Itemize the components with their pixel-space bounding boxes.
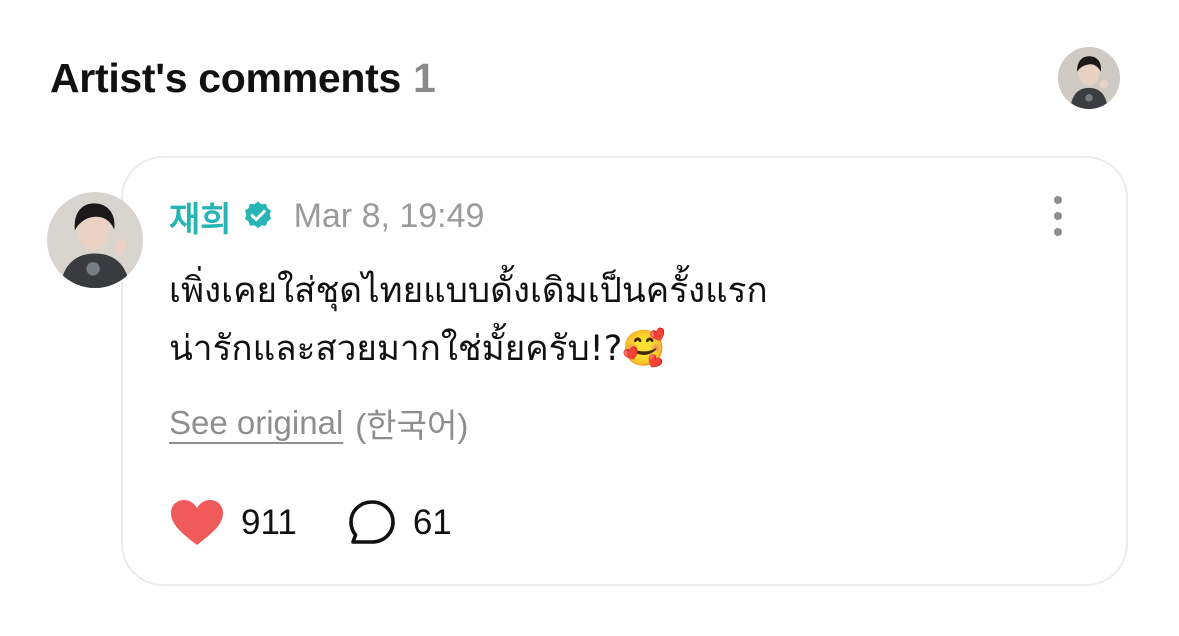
like-button[interactable]: 911 (169, 498, 297, 548)
comment-text-line: น่ารักและสวยมากใช่มั้ยครับ!?🥰 (169, 329, 666, 369)
comment-bubble-icon (349, 500, 395, 544)
reply-button[interactable]: 61 (347, 498, 452, 548)
section-title: Artist's comments (50, 54, 401, 101)
artist-avatar[interactable] (1058, 47, 1120, 109)
see-original-link[interactable]: See original (169, 404, 343, 442)
comment-count: 1 (412, 54, 436, 101)
comment-body: เพิ่งเคยใส่ชุดไทยแบบดั้งเดิมเป็นครั้งแรก… (169, 262, 1049, 378)
author-name[interactable]: 재희 (169, 192, 232, 241)
artist-comments-page: Artist's comments 1 재희 Mar 8, 19:49 เพิ่… (0, 0, 1179, 636)
heart-icon (171, 500, 223, 545)
comment-timestamp: Mar 8, 19:49 (293, 196, 485, 235)
more-vertical-icon-dot (1054, 212, 1062, 220)
comment-meta: 재희 Mar 8, 19:49 (169, 193, 484, 239)
commenter-avatar[interactable] (47, 192, 143, 288)
reply-count: 61 (412, 503, 452, 542)
section-header: Artist's comments 1 (50, 50, 436, 106)
verified-badge-icon (244, 201, 271, 229)
more-options-button[interactable] (1043, 196, 1073, 236)
comment-actions: 911 61 (169, 498, 452, 548)
more-vertical-icon-dot (1054, 228, 1062, 236)
avatar-photo (1058, 47, 1120, 109)
avatar-photo (47, 192, 143, 288)
comment-text-line: เพิ่งเคยใส่ชุดไทยแบบดั้งเดิมเป็นครั้งแรก (169, 271, 768, 311)
original-language-label: (한국어) (355, 407, 469, 444)
more-vertical-icon (1054, 196, 1062, 204)
like-count: 911 (241, 503, 297, 542)
translation-row: See original (한국어) (169, 400, 468, 446)
